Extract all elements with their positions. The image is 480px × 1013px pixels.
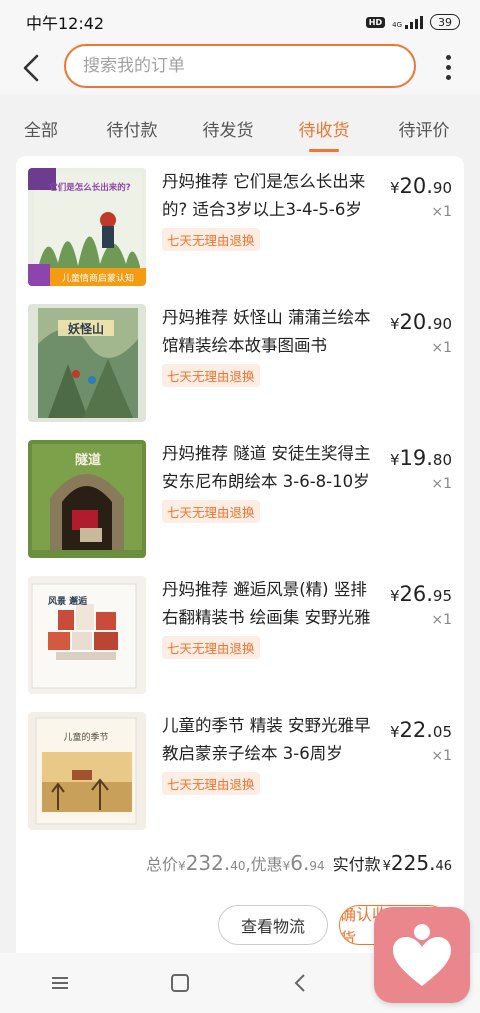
product-title[interactable]: 丹妈推荐 邂逅风景(精) 竖排右翻精装书 绘画集 安野光雅 — [162, 576, 382, 632]
return-policy-tag: 七天无理由退换 — [162, 636, 260, 659]
menu-icon — [52, 977, 68, 989]
back-chevron-icon — [294, 974, 305, 992]
home-button[interactable] — [160, 963, 200, 1003]
back-arrow-icon — [23, 54, 39, 82]
return-policy-tag: 七天无理由退换 — [162, 228, 260, 251]
more-dot-icon — [445, 64, 451, 70]
order-item[interactable]: 隧道 丹妈推荐 隧道 安徒生奖得主安东尼布朗绘本 3-6-8-10岁 七天无理由… — [16, 432, 464, 560]
book-cover-landscape-icon: 风景 邂逅 — [28, 576, 146, 694]
product-thumbnail[interactable]: 儿童的季节 — [28, 712, 146, 830]
signal-icon: 4G — [392, 15, 423, 29]
floating-favorite-button[interactable] — [374, 907, 470, 1003]
product-thumbnail[interactable]: 风景 邂逅 — [28, 576, 146, 694]
svg-text:儿童的季节: 儿童的季节 — [63, 731, 108, 743]
order-item[interactable]: 风景 邂逅 丹妈推荐 邂逅风景(精) 竖排右翻精装书 绘画集 安野光雅 七天无理… — [16, 568, 464, 696]
product-thumbnail[interactable]: 妖怪山 — [28, 304, 146, 422]
more-options-button[interactable] — [438, 52, 458, 82]
svg-text:妖怪山: 妖怪山 — [68, 321, 104, 336]
product-thumbnail[interactable]: 它们是怎么长出来的? 儿童情商启蒙认知 — [28, 168, 146, 286]
product-quantity: ×1 — [431, 340, 452, 356]
search-input[interactable] — [83, 56, 414, 76]
product-title[interactable]: 丹妈推荐 它们是怎么长出来的? 适合3岁以上3-4-5-6岁 — [162, 168, 382, 224]
hd-icon: HD — [365, 16, 386, 28]
view-logistics-button[interactable]: 查看物流 — [218, 905, 328, 945]
tab-all[interactable]: 全部 — [0, 104, 82, 152]
order-status-tabs: 全部 待付款 待发货 待收货 待评价 — [0, 104, 480, 156]
recent-apps-button[interactable] — [40, 963, 80, 1003]
book-cover-tunnel-icon: 隧道 — [28, 440, 146, 558]
return-policy-tag: 七天无理由退换 — [162, 772, 260, 795]
search-header — [0, 44, 480, 94]
back-button[interactable] — [14, 48, 48, 88]
svg-text:它们是怎么长出来的?: 它们是怎么长出来的? — [49, 182, 131, 193]
product-title[interactable]: 丹妈推荐 隧道 安徒生奖得主安东尼布朗绘本 3-6-8-10岁 — [162, 440, 382, 496]
order-item[interactable]: 它们是怎么长出来的? 儿童情商启蒙认知 丹妈推荐 它们是怎么长出来的? 适合3岁… — [16, 160, 464, 288]
total-amount: 232. — [185, 851, 231, 875]
product-quantity: ×1 — [431, 612, 452, 628]
tab-pending-payment[interactable]: 待付款 — [82, 104, 182, 152]
book-cover-monster-mountain-icon: 妖怪山 — [28, 304, 146, 422]
more-dot-icon — [445, 54, 451, 60]
product-quantity: ×1 — [431, 476, 452, 492]
status-time: 中午12:42 — [26, 14, 105, 33]
product-title[interactable]: 丹妈推荐 妖怪山 蒲蒲兰绘本馆精装绘本故事图画书 — [162, 304, 382, 360]
svg-text:风景 邂逅: 风景 邂逅 — [48, 595, 88, 607]
product-price: ¥19.80 — [389, 446, 452, 470]
product-thumbnail[interactable]: 隧道 — [28, 440, 146, 558]
return-policy-tag: 七天无理由退换 — [162, 500, 260, 523]
order-card: 它们是怎么长出来的? 儿童情商启蒙认知 丹妈推荐 它们是怎么长出来的? 适合3岁… — [16, 156, 464, 956]
product-quantity: ×1 — [431, 204, 452, 220]
order-totals: 总价 ¥ 232. 40 , 优惠 ¥ 6. 94 实付款 ¥ 225. 46 — [146, 851, 452, 875]
product-price: ¥20.90 — [389, 310, 452, 334]
home-square-icon — [171, 974, 189, 992]
product-title[interactable]: 儿童的季节 精装 安野光雅早教启蒙亲子绘本 3-6周岁 — [162, 712, 382, 768]
total-label: 总价 — [146, 855, 179, 874]
tab-pending-shipment[interactable]: 待发货 — [182, 104, 274, 152]
tab-pending-receipt[interactable]: 待收货 — [274, 104, 374, 152]
battery-icon: 39 — [430, 14, 460, 30]
status-bar: 中午12:42 HD 4G 39 — [0, 0, 480, 44]
product-price: ¥20.90 — [389, 174, 452, 198]
paid-label: 实付款 — [332, 855, 381, 874]
more-dot-icon — [445, 74, 451, 80]
return-policy-tag: 七天无理由退换 — [162, 364, 260, 387]
order-item[interactable]: 儿童的季节 儿童的季节 精装 安野光雅早教启蒙亲子绘本 3-6周岁 七天无理由退… — [16, 704, 464, 832]
product-price: ¥26.95 — [389, 582, 452, 606]
svg-text:隧道: 隧道 — [75, 452, 101, 468]
book-cover-seasons-icon: 儿童的季节 — [28, 712, 146, 830]
status-icons: HD 4G 39 — [365, 14, 460, 30]
heart-person-icon — [393, 924, 451, 986]
system-back-button[interactable] — [280, 963, 320, 1003]
tab-pending-review[interactable]: 待评价 — [374, 104, 474, 152]
discount-label: 优惠 — [250, 855, 283, 874]
product-quantity: ×1 — [431, 748, 452, 764]
book-cover-growing-icon: 它们是怎么长出来的? 儿童情商启蒙认知 — [28, 168, 146, 286]
product-price: ¥22.05 — [389, 718, 452, 742]
paid-amount: 225. — [390, 851, 436, 875]
search-box[interactable] — [64, 44, 416, 88]
svg-text:儿童情商启蒙认知: 儿童情商启蒙认知 — [62, 272, 134, 284]
order-item[interactable]: 妖怪山 丹妈推荐 妖怪山 蒲蒲兰绘本馆精装绘本故事图画书 七天无理由退换 ¥20… — [16, 296, 464, 424]
discount-amount: 6. — [290, 851, 310, 875]
